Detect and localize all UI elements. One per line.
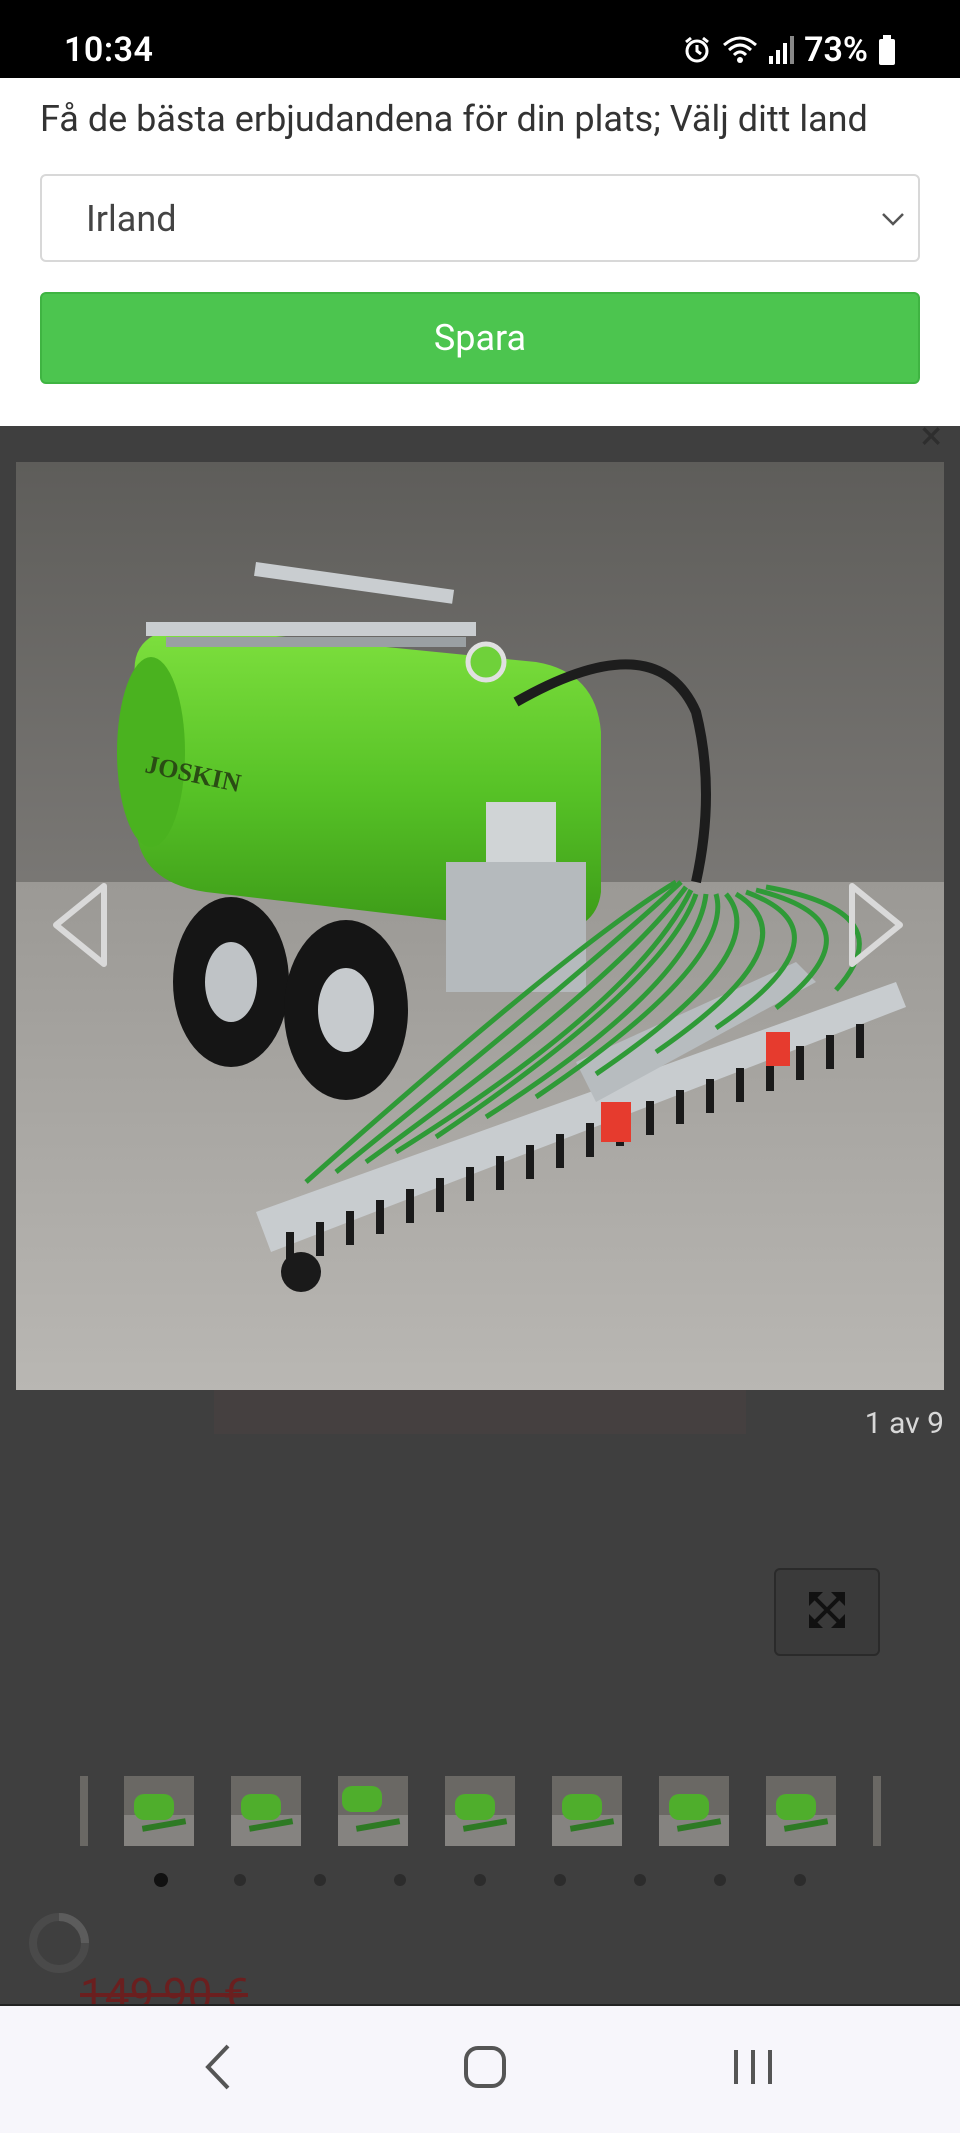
country-banner-message: Få de bästa erbjudandena för din plats; …	[40, 98, 868, 140]
thumbnail[interactable]	[231, 1776, 301, 1846]
close-icon[interactable]: ×	[921, 426, 942, 459]
signal-icon	[768, 36, 795, 64]
pagination-dot[interactable]	[634, 1874, 646, 1886]
system-nav-bar	[0, 2004, 960, 2133]
status-icons: 73%	[682, 30, 896, 70]
thumbnail[interactable]	[124, 1776, 194, 1846]
product-gallery-overlay: ​ × JOSKIN	[0, 426, 960, 2004]
thumbnail[interactable]	[552, 1776, 622, 1846]
pagination-dot-active[interactable]	[154, 1873, 168, 1887]
pagination-dot[interactable]	[554, 1874, 566, 1886]
pagination-dots	[0, 1873, 960, 1894]
thumbnail[interactable]	[659, 1776, 729, 1846]
image-frame-shadow	[214, 1390, 746, 1434]
pagination-dot[interactable]	[234, 1874, 246, 1886]
save-button[interactable]: Spara	[40, 292, 920, 384]
pagination-dot[interactable]	[474, 1874, 486, 1886]
pagination-dot[interactable]	[314, 1874, 326, 1886]
fullscreen-button[interactable]	[774, 1568, 880, 1656]
battery-icon	[878, 35, 896, 65]
old-price: 149,90 €	[80, 1968, 248, 2004]
fullscreen-icon	[807, 1590, 847, 1634]
battery-percent: 73%	[804, 30, 868, 70]
thumbnail[interactable]	[338, 1776, 408, 1846]
thumbnail[interactable]	[445, 1776, 515, 1846]
image-counter: 1 av 9	[864, 1406, 944, 1441]
status-time: 10:34	[64, 30, 154, 70]
thumbnail[interactable]	[766, 1776, 836, 1846]
status-bar: 10:34 73%	[0, 0, 960, 78]
thumbnail-partial	[80, 1776, 88, 1846]
home-icon[interactable]	[462, 2042, 508, 2096]
product-image[interactable]: JOSKIN	[16, 462, 944, 1390]
thumbnail-strip[interactable]	[0, 1776, 960, 1846]
country-select[interactable]: Irland	[40, 174, 920, 262]
wifi-icon	[722, 35, 758, 65]
pagination-dot[interactable]	[714, 1874, 726, 1886]
chevron-down-icon	[878, 204, 908, 238]
arrow-right-icon[interactable]	[846, 882, 906, 972]
recents-icon[interactable]	[730, 2042, 776, 2096]
thumbnail-partial	[873, 1776, 881, 1846]
arrow-left-icon[interactable]	[50, 882, 110, 972]
alarm-icon	[682, 35, 712, 65]
back-icon[interactable]	[200, 2042, 234, 2096]
pagination-dot[interactable]	[394, 1874, 406, 1886]
pagination-dot[interactable]	[794, 1874, 806, 1886]
spinner-icon	[26, 1910, 92, 1976]
country-banner: Få de bästa erbjudandena för din plats; …	[0, 78, 960, 426]
slurry-tanker-model-illustration: JOSKIN	[16, 462, 944, 1390]
country-select-value: Irland	[86, 198, 177, 240]
